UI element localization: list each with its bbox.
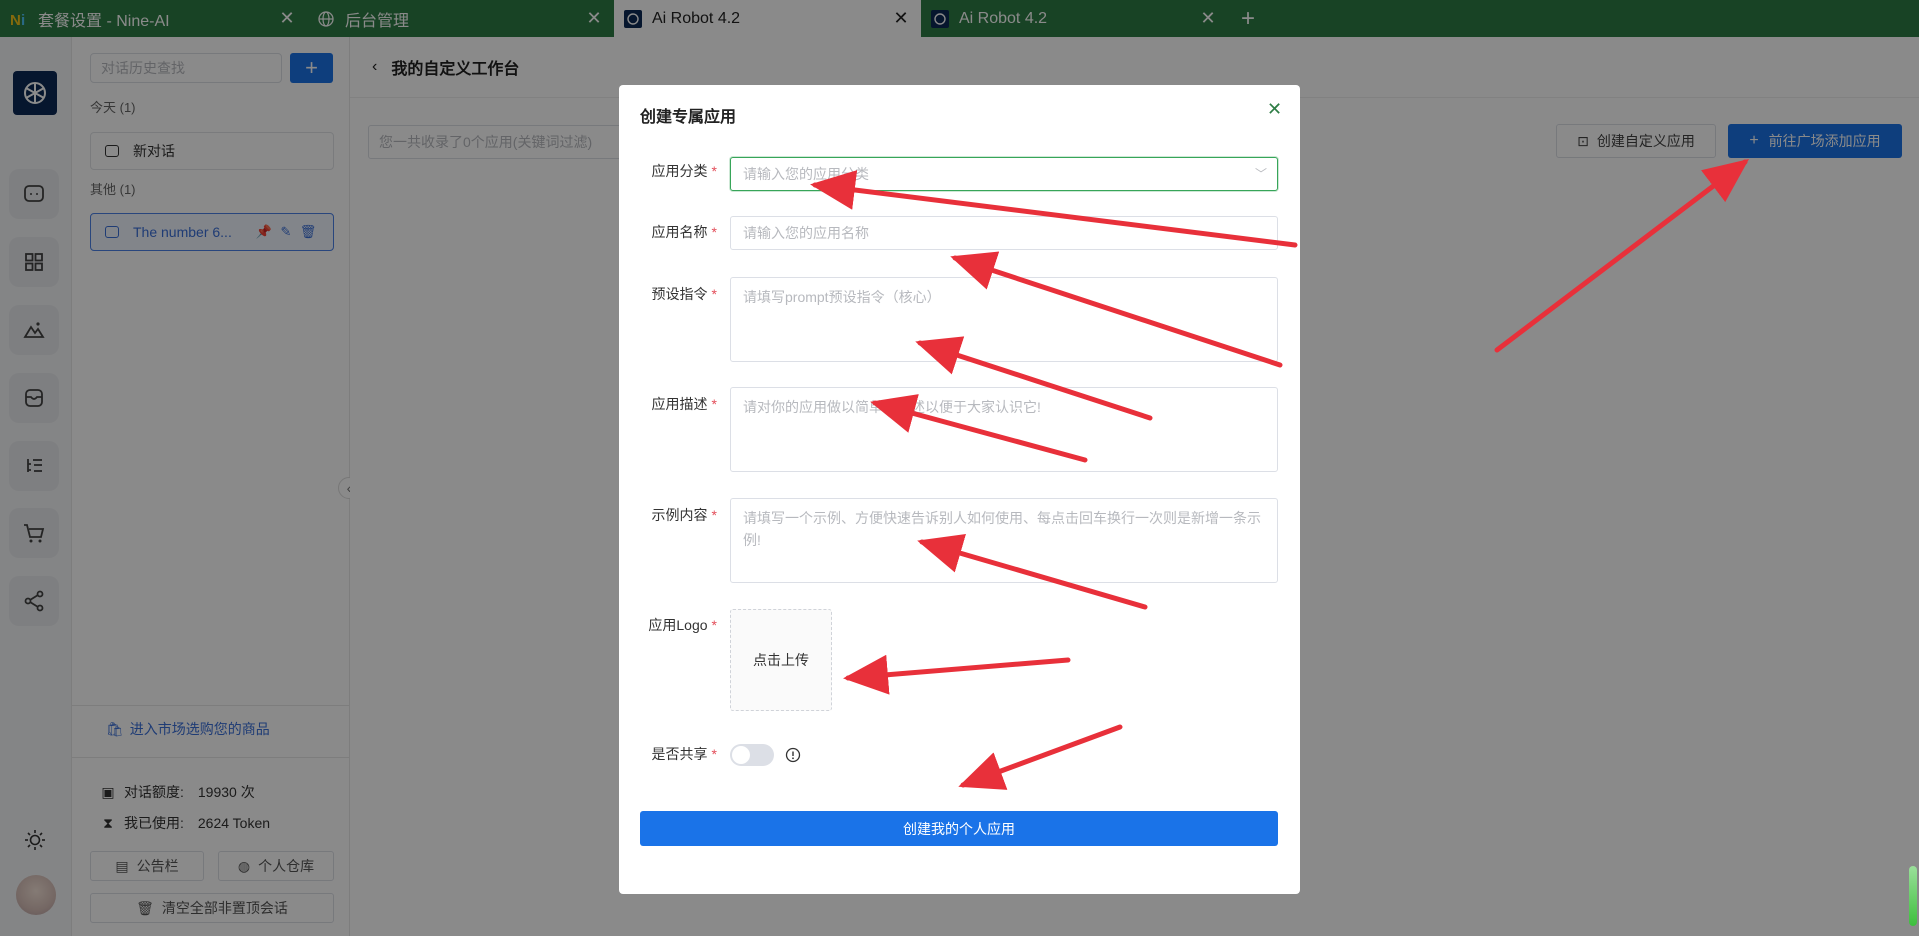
create-app-submit-button[interactable]: 创建我的个人应用 bbox=[640, 811, 1278, 846]
info-icon[interactable] bbox=[785, 747, 801, 763]
category-select[interactable]: 请输入您的应用分类 ﹀ bbox=[730, 157, 1278, 191]
example-label: 示例内容 * bbox=[651, 507, 717, 523]
name-placeholder: 请输入您的应用名称 bbox=[743, 225, 869, 241]
share-toggle[interactable] bbox=[730, 744, 774, 766]
close-icon[interactable]: ✕ bbox=[1267, 99, 1282, 120]
category-label: 应用分类 * bbox=[651, 163, 717, 179]
upload-label: 点击上传 bbox=[753, 652, 809, 668]
logo-upload-area[interactable]: 点击上传 bbox=[730, 609, 832, 711]
example-placeholder: 请填写一个示例、方便快速告诉别人如何使用、每点击回车换行一次则是新增一条示例! bbox=[743, 510, 1261, 548]
chevron-down-icon: ﹀ bbox=[1254, 167, 1267, 181]
toggle-knob bbox=[732, 746, 750, 764]
app-name-input[interactable]: 请输入您的应用名称 bbox=[730, 216, 1278, 250]
category-placeholder: 请输入您的应用分类 bbox=[743, 166, 869, 182]
description-label: 应用描述 * bbox=[651, 396, 717, 412]
description-placeholder: 请对你的应用做以简单的描述以便于大家认识它! bbox=[743, 399, 1041, 415]
example-textarea[interactable]: 请填写一个示例、方便快速告诉别人如何使用、每点击回车换行一次则是新增一条示例! bbox=[730, 498, 1278, 583]
prompt-label: 预设指令 * bbox=[651, 286, 717, 302]
prompt-textarea[interactable]: 请填写prompt预设指令（核心） bbox=[730, 277, 1278, 362]
create-app-dialog: 创建专属应用 ✕ 应用分类 * 请输入您的应用分类 ﹀ 应用名称 * 请输入您的应用… bbox=[619, 85, 1300, 894]
description-textarea[interactable]: 请对你的应用做以简单的描述以便于大家认识它! bbox=[730, 387, 1278, 472]
name-label: 应用名称 * bbox=[651, 224, 717, 240]
share-label: 是否共享 * bbox=[651, 746, 717, 762]
prompt-placeholder: 请填写prompt预设指令（核心） bbox=[743, 289, 941, 305]
logo-label: 应用Logo * bbox=[648, 617, 717, 633]
scrollbar[interactable] bbox=[1909, 866, 1917, 926]
dialog-title: 创建专属应用 bbox=[640, 109, 737, 126]
